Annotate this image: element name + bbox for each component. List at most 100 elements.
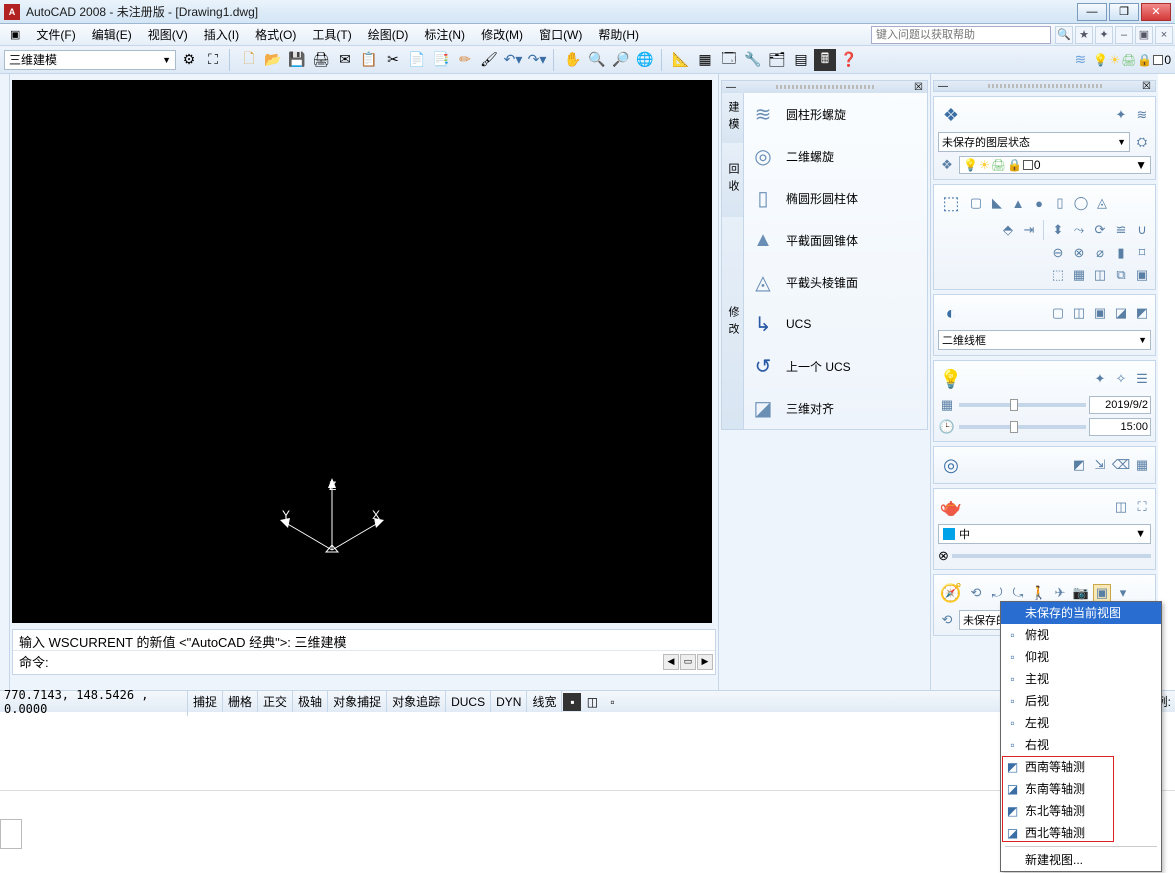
paste-icon[interactable]: 📑 <box>430 49 452 71</box>
mdi-restore-icon[interactable]: – <box>1115 26 1133 44</box>
light-icon[interactable]: 💡 <box>938 366 964 392</box>
toggle-polar[interactable]: 极轴 <box>293 691 328 712</box>
prim-cyl-icon[interactable]: ▯ <box>1051 194 1069 212</box>
command-input[interactable] <box>51 653 663 671</box>
layer-status[interactable]: 💡 ☀ 🖨 🔒 0 <box>1093 53 1171 67</box>
menu-draw[interactable]: 绘图(D) <box>360 24 417 45</box>
toggle-grid[interactable]: 栅格 <box>223 691 258 712</box>
render-cancel-icon[interactable]: ⊗ <box>938 548 949 564</box>
prim-box-icon[interactable]: ▢ <box>967 194 985 212</box>
workspace-lock-icon[interactable]: ⛶ <box>202 49 224 71</box>
vd-back[interactable]: ▫后视 <box>1001 690 1161 712</box>
polysolid-icon[interactable]: ⬘ <box>999 221 1017 239</box>
properties-icon[interactable]: 📐 <box>670 49 692 71</box>
view-dropdown[interactable]: 未保存的当前视图 ▫俯视 ▫仰视 ▫主视 ▫后视 ▫左视 ▫右视 ◩西南等轴测 … <box>1000 601 1162 872</box>
vd-ne-iso[interactable]: ◩东北等轴测 <box>1001 800 1161 822</box>
new-spot-light-icon[interactable]: ✧ <box>1112 370 1130 388</box>
cmd-scroll-thumb[interactable]: ▭ <box>680 654 696 670</box>
block-editor-icon[interactable]: 🖌 <box>478 49 500 71</box>
menu-view[interactable]: 视图(V) <box>140 24 196 45</box>
clock-icon[interactable]: 🕒 <box>938 418 956 436</box>
calculator-icon[interactable]: 🖩 <box>814 49 836 71</box>
toggle-otrack[interactable]: 对象追踪 <box>387 691 446 712</box>
status-extra2-icon[interactable]: ▫ <box>603 693 621 711</box>
panel-tab-modify[interactable]: 修改 <box>722 217 744 429</box>
toggle-lwt[interactable]: 线宽 <box>527 691 562 712</box>
toggle-ducs[interactable]: DUCS <box>446 691 491 712</box>
prim-torus-icon[interactable]: ◯ <box>1072 194 1090 212</box>
plot-preview-icon[interactable]: ✉ <box>334 49 356 71</box>
design-center-icon[interactable]: ▦ <box>694 49 716 71</box>
layer-state-select[interactable]: 未保存的图层状态▼ <box>938 132 1130 152</box>
stray-textbox[interactable] <box>0 819 22 849</box>
mdi-icon[interactable]: ▣ <box>2 26 28 43</box>
cmd-scroll-right[interactable]: ▶ <box>697 654 713 670</box>
menu-modify[interactable]: 修改(M) <box>473 24 531 45</box>
tool-ucs-prev[interactable]: ↺上一个 UCS <box>744 345 927 387</box>
vd-top[interactable]: ▫俯视 <box>1001 624 1161 646</box>
help-star-icon[interactable]: ✦ <box>1095 26 1113 44</box>
help-icon[interactable]: ❓ <box>838 49 860 71</box>
zoom-previous-icon[interactable]: 🌐 <box>634 49 656 71</box>
sheet-set-icon[interactable]: 🔧 <box>742 49 764 71</box>
cut-icon[interactable]: ✂ <box>382 49 404 71</box>
nav-fly-icon[interactable]: ✈ <box>1051 584 1069 602</box>
prim-pyramid-icon[interactable]: ◬ <box>1093 194 1111 212</box>
status-extra1-icon[interactable]: ◫ <box>583 693 601 711</box>
toggle-dyn[interactable]: DYN <box>491 691 527 712</box>
surface-icon[interactable]: ◫ <box>1091 266 1109 284</box>
subtract-icon[interactable]: ⊖ <box>1049 244 1067 262</box>
time-slider[interactable] <box>959 425 1086 429</box>
menu-insert[interactable]: 插入(I) <box>196 24 247 45</box>
vd-current[interactable]: 未保存的当前视图 <box>1001 602 1161 624</box>
flatshot-icon[interactable]: ▣ <box>1133 266 1151 284</box>
menu-window[interactable]: 窗口(W) <box>531 24 590 45</box>
help-search-icon[interactable]: 🔍 <box>1055 26 1073 44</box>
panel-tab-recycle[interactable]: 回收 <box>722 143 744 217</box>
prim-sphere-icon[interactable]: ● <box>1030 194 1048 212</box>
workspace-settings-icon[interactable]: ⚙ <box>178 49 200 71</box>
prim-wedge-icon[interactable]: ◣ <box>988 194 1006 212</box>
view-prev-icon[interactable]: ⟲ <box>938 611 956 629</box>
close-button[interactable]: ✕ <box>1141 3 1171 21</box>
layer-manager-icon[interactable]: ≋ <box>1069 49 1091 71</box>
mat-browser-icon[interactable]: ◩ <box>1070 456 1088 474</box>
render-quality-select[interactable]: 中▼ <box>938 524 1151 544</box>
menu-edit[interactable]: 编辑(E) <box>84 24 140 45</box>
help-search-input[interactable] <box>871 26 1051 44</box>
tool-frustum-pyramid[interactable]: ◬平截头棱锥面 <box>744 261 927 303</box>
section-icon[interactable]: ⧉ <box>1112 266 1130 284</box>
toggle-snap[interactable]: 捕捉 <box>188 691 223 712</box>
nav-walk-icon[interactable]: 🚶 <box>1030 584 1048 602</box>
tool-helix-2d[interactable]: ◎二维螺旋 <box>744 135 927 177</box>
toggle-osnap[interactable]: 对象捕捉 <box>328 691 387 712</box>
mdi-close-icon[interactable]: × <box>1155 26 1173 44</box>
markup-set-icon[interactable]: 🗂 <box>766 49 788 71</box>
thicken-icon[interactable]: ▮ <box>1112 244 1130 262</box>
nav-swivel-icon[interactable]: ⤿ <box>1009 584 1027 602</box>
print-icon[interactable]: 🖨 <box>310 49 332 71</box>
visual-style-icon[interactable]: ◐ <box>938 300 964 326</box>
render-region-icon[interactable]: ◫ <box>1112 498 1130 516</box>
rp-collapse-icon[interactable]: — <box>938 81 948 92</box>
vd-new-view[interactable]: 新建视图... <box>1001 849 1161 871</box>
slice-icon[interactable]: ⌀ <box>1091 244 1109 262</box>
date-input[interactable] <box>1089 396 1151 414</box>
light-list-icon[interactable]: ☰ <box>1133 370 1151 388</box>
union-icon[interactable]: ∪ <box>1133 221 1151 239</box>
vd-front[interactable]: ▫主视 <box>1001 668 1161 690</box>
publish-icon[interactable]: 📋 <box>358 49 380 71</box>
drawing-canvas[interactable]: Z Y X <box>12 80 712 623</box>
visual-style-select[interactable]: 二维线框▼ <box>938 330 1151 350</box>
layer-iso-icon[interactable]: ❖ <box>938 156 956 174</box>
toggle-ortho[interactable]: 正交 <box>258 691 293 712</box>
tool-elliptic-cyl[interactable]: ▯椭圆形圆柱体 <box>744 177 927 219</box>
pan-icon[interactable]: ✋ <box>562 49 584 71</box>
open-icon[interactable]: 📂 <box>262 49 284 71</box>
box-icon[interactable]: ⬚ <box>938 190 964 216</box>
model-paper-icon[interactable]: ▪ <box>563 693 581 711</box>
vs-conceptual-icon[interactable]: ◩ <box>1133 304 1151 322</box>
save-icon[interactable]: 💾 <box>286 49 308 71</box>
loft-icon[interactable]: ≌ <box>1112 221 1130 239</box>
menu-help[interactable]: 帮助(H) <box>590 24 647 45</box>
